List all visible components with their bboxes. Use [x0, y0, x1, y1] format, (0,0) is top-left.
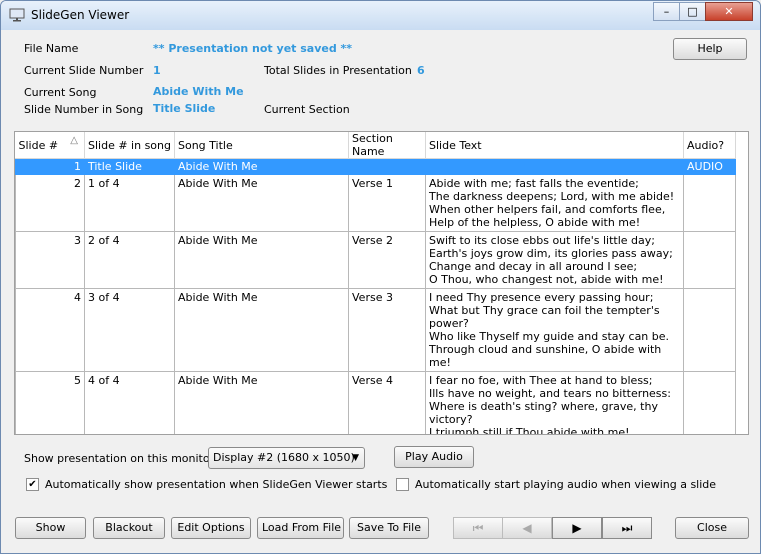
cell-section-name	[348, 158, 426, 175]
app-window: SlideGen Viewer – □ ✕ File Name ** Prese…	[0, 0, 761, 554]
auto-show-label: Automatically show presentation when Sli…	[45, 478, 388, 491]
column-header-audio[interactable]: Audio?	[683, 132, 736, 159]
cell-section-name: Verse 4	[348, 371, 426, 434]
table-row[interactable]: 43 of 4 Abide With Me Verse 3I need Thy pr…	[15, 288, 736, 372]
slide-in-song-value: Title Slide	[153, 102, 216, 115]
total-slides-value: 6	[417, 64, 425, 77]
cell-song-title: Abide With Me	[174, 288, 349, 372]
monitor-select[interactable]: Display #2 (1680 x 1050) ▼	[208, 447, 365, 469]
cell-section-name: Verse 2	[348, 231, 426, 289]
skip-first-icon: ⏮	[472, 521, 484, 535]
grid-header: Slide # △ Slide # in song Song Title Sect…	[15, 132, 736, 159]
first-slide-button[interactable]: ⏮	[453, 517, 503, 539]
load-from-file-button[interactable]: Load From File	[257, 517, 344, 539]
cell-slide-num: 5	[15, 371, 85, 434]
play-audio-button[interactable]: Play Audio	[394, 446, 474, 468]
cell-slide-num: 4	[15, 288, 85, 372]
cell-slide-text: I fear no foe, with Thee at hand to bles…	[425, 371, 684, 434]
show-button[interactable]: Show	[15, 517, 86, 539]
sort-ascending-icon: △	[70, 135, 78, 146]
slide-in-song-label: Slide Number in Song	[24, 103, 144, 116]
cell-slide-text: Swift to its close ebbs out life's littl…	[425, 231, 684, 289]
cell-audio	[683, 231, 736, 289]
column-header-slide-num[interactable]: Slide # △	[15, 132, 85, 159]
blackout-button[interactable]: Blackout	[93, 517, 165, 539]
cell-section-name: Verse 1	[348, 174, 426, 232]
save-to-file-button[interactable]: Save To File	[349, 517, 429, 539]
monitor-label: Show presentation on this monitor	[24, 452, 215, 465]
cell-slide-in-song: Title Slide	[84, 158, 175, 175]
cell-slide-num: 2	[15, 174, 85, 232]
total-slides-label: Total Slides in Presentation	[264, 64, 412, 77]
current-song-value: Abide With Me	[153, 85, 244, 98]
edit-options-button[interactable]: Edit Options	[171, 517, 251, 539]
app-icon	[9, 8, 25, 22]
table-row[interactable]: 21 of 4 Abide With Me Verse 1 Abide with me…	[15, 174, 736, 232]
cell-slide-in-song: 2 of 4	[84, 231, 175, 289]
column-header-label: Slide #	[18, 138, 59, 152]
cell-audio: AUDIO	[683, 158, 736, 175]
column-header-song-title[interactable]: Song Title	[174, 132, 349, 159]
cell-slide-in-song: 3 of 4	[84, 288, 175, 372]
previous-slide-button[interactable]: ◀	[502, 517, 552, 539]
last-slide-button[interactable]: ⏭	[602, 517, 652, 539]
cell-slide-text: I need Thy presence every passing hour; …	[425, 288, 684, 372]
cell-slide-in-song: 1 of 4	[84, 174, 175, 232]
close-window-button[interactable]: ✕	[705, 2, 753, 21]
cell-audio	[683, 288, 736, 372]
monitor-select-value: Display #2 (1680 x 1050)	[213, 451, 355, 464]
minimize-button[interactable]: –	[653, 2, 680, 21]
current-slide-value: 1	[153, 64, 161, 77]
slides-grid[interactable]: Slide # △ Slide # in song Song Title Sect…	[14, 131, 749, 435]
window-title: SlideGen Viewer	[31, 8, 130, 22]
cell-song-title: Abide With Me	[174, 174, 349, 232]
checkmark-icon: ✔	[28, 479, 37, 490]
next-slide-button[interactable]: ▶	[552, 517, 602, 539]
close-button[interactable]: Close	[675, 517, 749, 539]
previous-icon: ◀	[522, 521, 532, 535]
title-bar[interactable]: SlideGen Viewer – □ ✕	[1, 1, 760, 30]
cell-slide-text	[425, 158, 684, 175]
column-header-slide-in-song[interactable]: Slide # in song	[84, 132, 175, 159]
current-section-label: Current Section	[264, 103, 350, 116]
cell-song-title: Abide With Me	[174, 371, 349, 434]
cell-slide-in-song: 4 of 4	[84, 371, 175, 434]
column-header-slide-text[interactable]: Slide Text	[425, 132, 684, 159]
auto-audio-checkbox[interactable]	[396, 478, 409, 491]
table-row[interactable]: 32 of 4 Abide With Me Verse 2 Swift to its …	[15, 231, 736, 289]
column-header-section-name[interactable]: Section Name	[348, 132, 426, 159]
next-icon: ▶	[572, 521, 582, 535]
auto-audio-label: Automatically start playing audio when v…	[415, 478, 717, 491]
slides-table: Slide # △ Slide # in song Song Title Sect…	[15, 132, 736, 434]
dropdown-arrow-icon: ▼	[352, 453, 359, 463]
maximize-button[interactable]: □	[679, 2, 706, 21]
auto-show-checkbox[interactable]: ✔	[26, 478, 39, 491]
help-button[interactable]: Help	[673, 38, 747, 60]
cell-song-title: Abide With Me	[174, 158, 349, 175]
cell-slide-num: 1	[15, 158, 85, 175]
cell-audio	[683, 174, 736, 232]
cell-audio	[683, 371, 736, 434]
cell-slide-text: Abide with me; fast falls the eventide; …	[425, 174, 684, 232]
file-name-label: File Name	[24, 42, 79, 55]
current-slide-label: Current Slide Number	[24, 64, 144, 77]
current-song-label: Current Song	[24, 86, 97, 99]
table-row[interactable]: 1 Title Slide Abide With Me AUDIO	[15, 158, 736, 175]
table-row[interactable]: 54 of 4 Abide With Me Verse 4I fear no foe…	[15, 371, 736, 434]
cell-section-name: Verse 3	[348, 288, 426, 372]
skip-last-icon: ⏭	[621, 521, 633, 535]
file-name-value: ** Presentation not yet saved **	[153, 42, 353, 55]
cell-slide-num: 3	[15, 231, 85, 289]
cell-song-title: Abide With Me	[174, 231, 349, 289]
